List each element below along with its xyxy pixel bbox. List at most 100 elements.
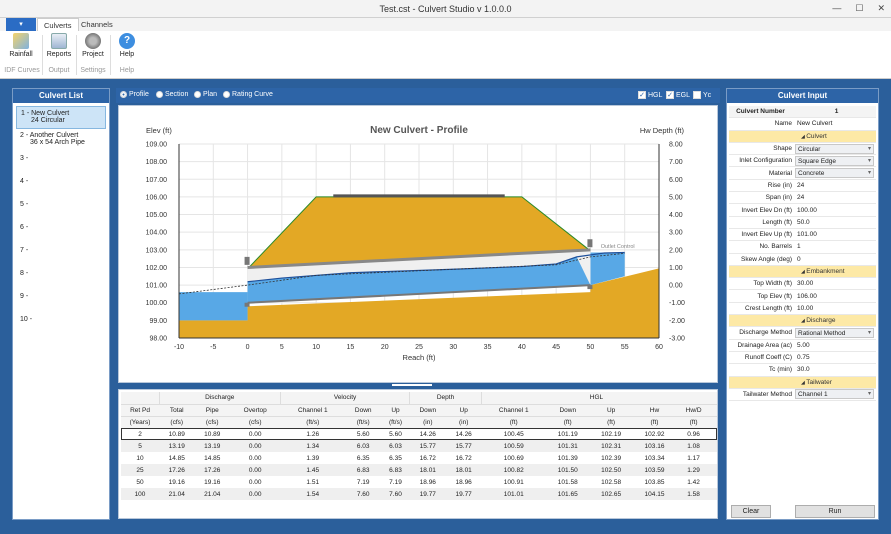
- culvert-list-item[interactable]: 3 -: [16, 152, 106, 175]
- column-unit: (ft): [607, 418, 616, 426]
- table-row[interactable]: 2 10.89 10.89 0.00 1.26 5.60 5.60 14.26 14.26 100…: [121, 428, 717, 440]
- splitter-handle[interactable]: [392, 384, 432, 386]
- help-button[interactable]: ? Help: [112, 33, 142, 58]
- ribbon: Rainfall IDF Curves Reports Output Proje…: [0, 31, 891, 79]
- culvert-list-item[interactable]: 8 -: [16, 267, 106, 290]
- checkbox: ✓: [666, 91, 674, 99]
- culvert-list-item-title: 6 -: [20, 224, 29, 231]
- radio-plan[interactable]: Plan: [194, 91, 217, 98]
- table-cell: 21.04: [204, 490, 221, 498]
- table-cell: 16.72: [455, 454, 472, 462]
- minimize-icon[interactable]: —: [832, 3, 841, 14]
- culvert-list-item[interactable]: 6 -: [16, 221, 106, 244]
- input-field[interactable]: 10.00: [795, 305, 876, 312]
- x-tick-label: 55: [621, 344, 629, 351]
- table-cell: 1.58: [687, 490, 700, 498]
- x-tick-label: 35: [484, 344, 492, 351]
- table-row[interactable]: 10 14.85 14.85 0.00 1.39 6.35 6.35 16.72 16.72 10…: [121, 452, 717, 464]
- check-hgl[interactable]: ✓ HGL: [638, 91, 662, 99]
- table-cell: 102.31: [601, 442, 622, 450]
- input-dropdown[interactable]: Circular: [795, 143, 874, 154]
- input-field[interactable]: 106.00: [795, 293, 876, 300]
- input-dropdown[interactable]: Square Edge: [795, 155, 874, 166]
- check-yc[interactable]: Yc: [693, 91, 711, 99]
- table-cell: 19.77: [455, 490, 472, 498]
- radio-section[interactable]: Section: [156, 91, 188, 98]
- section-embankment[interactable]: ◢ Embankment: [729, 265, 876, 279]
- input-field[interactable]: 24: [795, 194, 876, 201]
- input-dropdown[interactable]: Channel 1: [795, 389, 874, 400]
- input-field[interactable]: 100.00: [795, 207, 876, 214]
- culvert-list-item[interactable]: 4 -: [16, 175, 106, 198]
- reports-button[interactable]: Reports: [44, 33, 74, 58]
- table-cell: 14.26: [419, 430, 436, 438]
- culvert-number-value[interactable]: 1: [795, 108, 876, 115]
- table-row[interactable]: 50 19.16 19.16 0.00 1.51 7.19 7.19 18.96 18.96 10…: [121, 476, 717, 488]
- table-cell: 15.77: [455, 442, 472, 450]
- table-cell: 1.26: [306, 430, 320, 438]
- table-cell: 2: [138, 430, 142, 438]
- run-button[interactable]: Run: [795, 505, 875, 518]
- input-dropdown[interactable]: Rational Method: [795, 327, 874, 338]
- section-tailwater[interactable]: ◢ Tailwater: [729, 376, 876, 389]
- culvert-list-item[interactable]: 9 -: [16, 290, 106, 313]
- project-button[interactable]: Project: [78, 33, 108, 58]
- table-row[interactable]: 5 13.19 13.19 0.00 1.34 6.03 6.03 15.77 15.77 100…: [121, 440, 717, 452]
- app-menu-button[interactable]: ▾: [6, 18, 36, 31]
- section-culvert[interactable]: ◢ Culvert: [729, 130, 876, 143]
- close-icon[interactable]: ✕: [877, 3, 885, 14]
- y2-tick-label: 3.00: [669, 230, 683, 237]
- table-cell: 21.04: [168, 490, 185, 498]
- input-row: Tc (min) 30.0: [729, 364, 876, 377]
- table-cell: 0.96: [687, 430, 700, 438]
- y2-tick-label: -3.00: [669, 336, 685, 343]
- input-field[interactable]: 30.00: [795, 280, 876, 287]
- maximize-icon[interactable]: ☐: [855, 3, 863, 14]
- input-dropdown[interactable]: Concrete: [795, 168, 874, 179]
- column-header: Overtop: [243, 406, 267, 414]
- input-field[interactable]: 1: [795, 243, 876, 250]
- culvert-list-item[interactable]: 10 -: [16, 313, 106, 336]
- input-field[interactable]: 30.0: [795, 366, 876, 373]
- table-cell: 103.85: [644, 478, 665, 486]
- radio-profile[interactable]: Profile: [120, 91, 149, 98]
- clear-button[interactable]: Clear: [731, 505, 771, 518]
- input-row: Inlet Configuration Square Edge: [729, 155, 876, 168]
- column-unit: (ft): [563, 418, 572, 426]
- input-field[interactable]: 5.00: [795, 342, 876, 349]
- input-field[interactable]: 24: [795, 182, 876, 189]
- input-field[interactable]: 0.75: [795, 354, 876, 361]
- culvert-list-item[interactable]: 7 -: [16, 244, 106, 267]
- culvert-list-item[interactable]: 1 - New Culvert 24 Circular: [16, 106, 106, 129]
- culvert-list-item-title: 2 - Another Culvert: [20, 132, 79, 139]
- rainfall-label: Rainfall: [9, 51, 33, 58]
- table-row[interactable]: 100 21.04 21.04 0.00 1.54 7.60 7.60 19.77 19.77 1…: [121, 488, 717, 500]
- radio-rating-curve[interactable]: Rating Curve: [223, 91, 273, 98]
- help-icon: ?: [119, 33, 135, 49]
- check-egl[interactable]: ✓ EGL: [666, 91, 690, 99]
- radio-dot: [156, 91, 163, 98]
- rainfall-button[interactable]: Rainfall: [6, 33, 36, 58]
- column-unit: (cfs): [248, 418, 262, 426]
- column-header: Total: [169, 406, 184, 414]
- tab-channels[interactable]: Channels: [75, 18, 119, 31]
- reports-icon: [51, 33, 67, 49]
- tab-culverts[interactable]: Culverts: [37, 18, 79, 31]
- section-discharge[interactable]: ◢ Discharge: [729, 315, 876, 328]
- input-field[interactable]: New Culvert: [795, 120, 876, 127]
- section-label: Embankment: [806, 267, 845, 275]
- y2-tick-label: 2.00: [669, 247, 683, 254]
- input-field[interactable]: 0: [795, 256, 876, 263]
- y2-tick-label: 1.00: [669, 265, 683, 272]
- x-axis-label: Reach (ft): [403, 353, 436, 362]
- table-cell: 14.85: [204, 454, 221, 462]
- table-cell: 103.16: [644, 442, 665, 450]
- culvert-list-item[interactable]: 2 - Another Culvert 36 x 54 Arch Pipe: [16, 129, 106, 152]
- input-field[interactable]: 101.00: [795, 231, 876, 238]
- input-label: Material: [768, 169, 792, 177]
- input-field[interactable]: 50.0: [795, 219, 876, 226]
- table-cell: 16.72: [419, 454, 436, 462]
- culvert-list-item[interactable]: 5 -: [16, 198, 106, 221]
- table-row[interactable]: 25 17.26 17.26 0.00 1.45 6.83 6.83 18.01 18.01 10…: [121, 464, 717, 476]
- input-row: No. Barrels 1: [729, 241, 876, 254]
